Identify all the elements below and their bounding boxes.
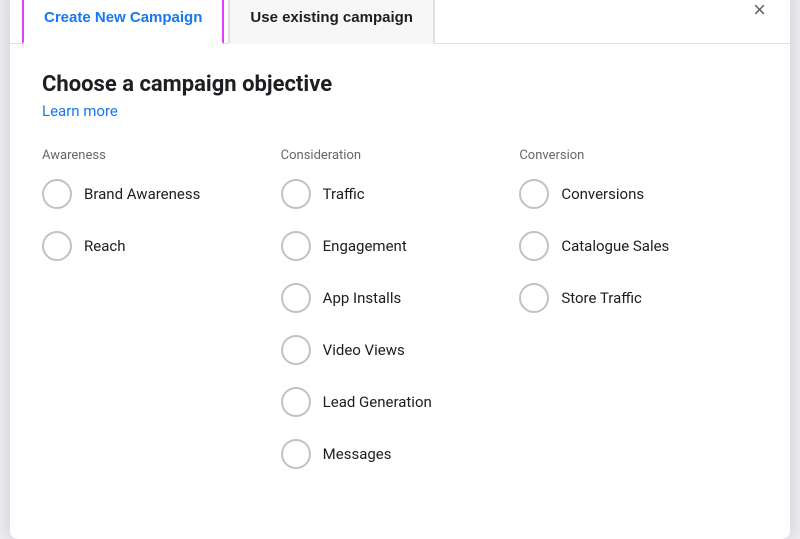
radio-app-installs (281, 283, 311, 313)
option-item-brand-awareness[interactable]: Brand Awareness (42, 179, 265, 209)
radio-lead-generation (281, 387, 311, 417)
radio-traffic (281, 179, 311, 209)
option-item-store-traffic[interactable]: Store Traffic (519, 283, 742, 313)
radio-reach (42, 231, 72, 261)
tab-use-existing-campaign[interactable]: Use existing campaign (228, 0, 435, 44)
option-label-catalogue-sales: Catalogue Sales (561, 237, 669, 255)
option-item-engagement[interactable]: Engagement (281, 231, 504, 261)
tabs-container: Create New Campaign Use existing campaig… (10, 0, 790, 44)
radio-brand-awareness (42, 179, 72, 209)
objectives-grid: Awareness Brand Awareness Reach Considerati… (42, 148, 758, 491)
learn-more-link[interactable]: Learn more (42, 102, 118, 120)
campaign-modal: Create New Campaign Use existing campaig… (10, 0, 790, 539)
option-label-lead-generation: Lead Generation (323, 393, 432, 411)
modal-title: Choose a campaign objective (42, 72, 758, 97)
option-item-lead-generation[interactable]: Lead Generation (281, 387, 504, 417)
column-header-1: Consideration (281, 148, 504, 163)
radio-video-views (281, 335, 311, 365)
column-awareness: Awareness Brand Awareness Reach (42, 148, 281, 491)
column-header-0: Awareness (42, 148, 265, 163)
option-item-traffic[interactable]: Traffic (281, 179, 504, 209)
option-item-reach[interactable]: Reach (42, 231, 265, 261)
option-label-engagement: Engagement (323, 237, 407, 255)
option-item-conversions[interactable]: Conversions (519, 179, 742, 209)
radio-store-traffic (519, 283, 549, 313)
option-label-reach: Reach (84, 237, 125, 255)
option-label-conversions: Conversions (561, 185, 644, 203)
option-label-brand-awareness: Brand Awareness (84, 185, 200, 203)
option-item-catalogue-sales[interactable]: Catalogue Sales (519, 231, 742, 261)
option-item-app-installs[interactable]: App Installs (281, 283, 504, 313)
option-label-app-installs: App Installs (323, 289, 402, 307)
tab-create-new-campaign[interactable]: Create New Campaign (22, 0, 224, 44)
option-label-traffic: Traffic (323, 185, 365, 203)
radio-messages (281, 439, 311, 469)
radio-conversions (519, 179, 549, 209)
option-item-video-views[interactable]: Video Views (281, 335, 504, 365)
column-header-2: Conversion (519, 148, 742, 163)
option-label-video-views: Video Views (323, 341, 405, 359)
radio-catalogue-sales (519, 231, 549, 261)
option-item-messages[interactable]: Messages (281, 439, 504, 469)
modal-body: Choose a campaign objective Learn more A… (10, 44, 790, 507)
column-consideration: Consideration Traffic Engagement App Instal… (281, 148, 520, 491)
radio-engagement (281, 231, 311, 261)
option-label-messages: Messages (323, 445, 392, 463)
column-conversion: Conversion Conversions Catalogue Sales Stor… (519, 148, 758, 491)
close-button[interactable]: × (745, 0, 774, 25)
option-label-store-traffic: Store Traffic (561, 289, 642, 307)
